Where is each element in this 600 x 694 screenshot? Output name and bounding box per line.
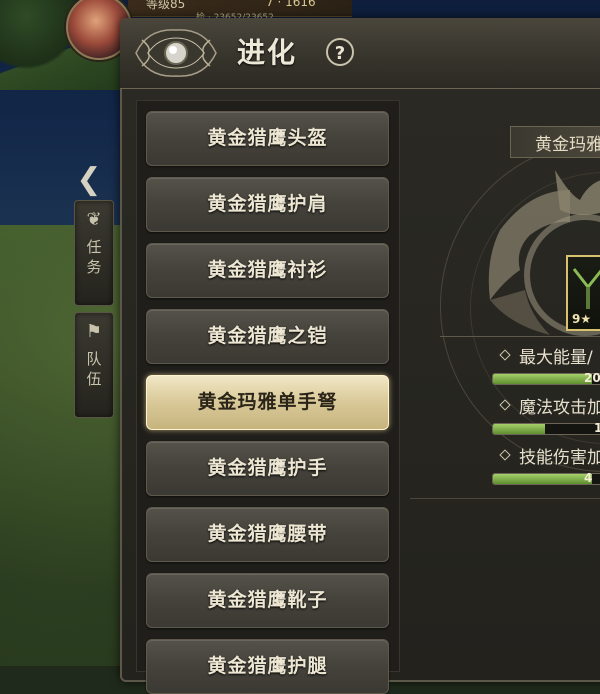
equipment-item[interactable]: 黄金猎鹰护腿 — [146, 639, 389, 694]
window-title: 进化 — [237, 36, 298, 69]
collapse-arrow-icon[interactable]: ❮ — [74, 160, 104, 200]
stat-progress-bar — [492, 423, 600, 435]
ornate-emblem-icon — [135, 29, 217, 77]
equipment-item[interactable]: 黄金猎鹰护肩 — [146, 177, 389, 232]
quest-tab[interactable]: ❦ 任 务 — [74, 200, 114, 306]
equipment-item[interactable]: 黄金猎鹰头盔 — [146, 111, 389, 166]
stat-value: 1 — [594, 421, 600, 435]
help-icon[interactable]: ? — [326, 38, 354, 66]
equipment-item-selected[interactable]: 黄金玛雅单手弩 — [146, 375, 389, 430]
equipment-item[interactable]: 黄金猎鹰腰带 — [146, 507, 389, 562]
stat-progress-fill — [493, 374, 592, 384]
stat-value: 20 — [584, 371, 600, 385]
stats-divider — [440, 336, 600, 337]
stat-label: 技能伤害加 — [519, 448, 600, 468]
quest-tab-label: 任 务 — [86, 238, 102, 276]
stat-value: 4 — [584, 471, 593, 485]
bottom-divider — [410, 498, 600, 499]
player-level: 等级85 — [146, 0, 186, 11]
item-name: 黄金玛雅 — [535, 135, 600, 155]
team-tab-label: 队 伍 — [86, 350, 102, 388]
stat-label: 最大能量/ — [519, 348, 593, 368]
crossbow-icon — [572, 268, 600, 309]
stat-progress-fill — [493, 474, 592, 484]
player-power: 7 · 1616 — [266, 0, 316, 9]
equipment-item[interactable]: 黄金猎鹰靴子 — [146, 573, 389, 628]
equipment-item[interactable]: 黄金猎鹰衬衫 — [146, 243, 389, 298]
equipment-item[interactable]: 黄金猎鹰护手 — [146, 441, 389, 496]
team-tab[interactable]: ⚑ 队 伍 — [74, 312, 114, 418]
stat-label: 魔法攻击加 — [519, 398, 600, 418]
equipment-item[interactable]: 黄金猎鹰之铠 — [146, 309, 389, 364]
stat-progress-fill — [493, 424, 546, 434]
team-flag-icon: ⚑ — [85, 321, 103, 342]
item-star-level: 9★ — [572, 312, 592, 326]
quest-scroll-icon: ❦ — [86, 209, 102, 230]
